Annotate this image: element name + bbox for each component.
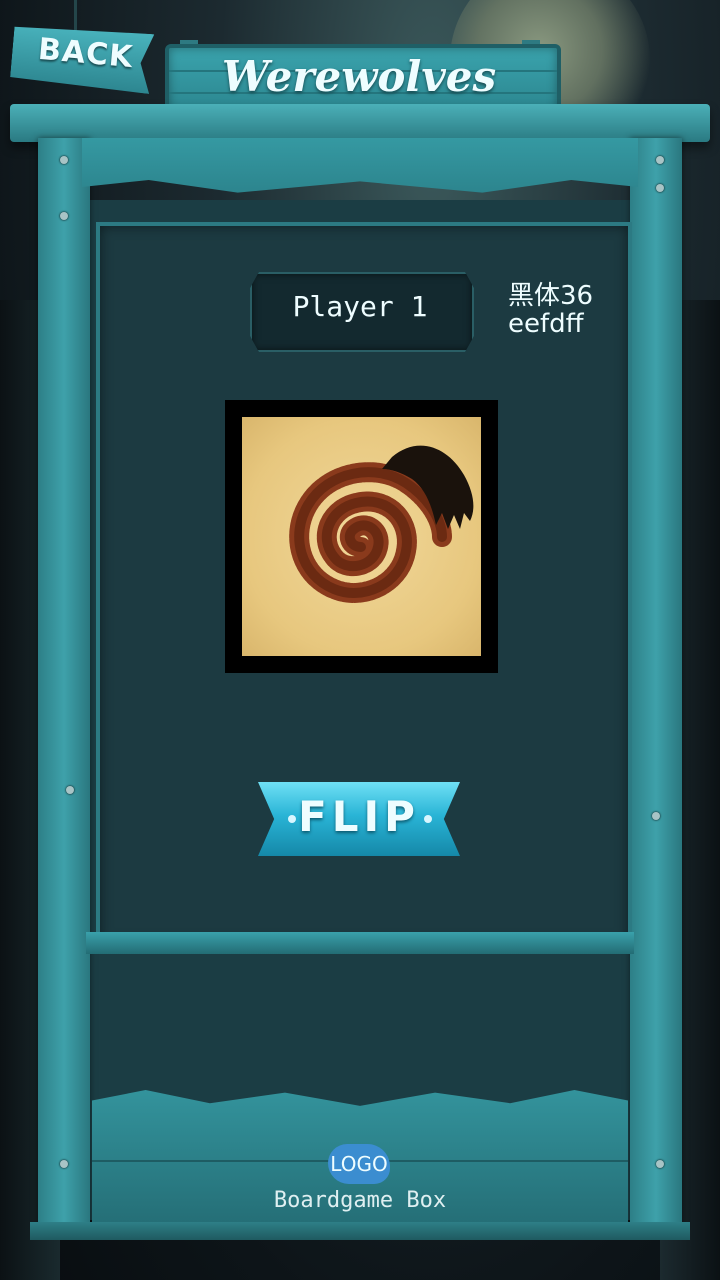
brand-name: Boardgame Box <box>273 1188 447 1213</box>
bolt <box>60 1160 68 1168</box>
screen-ledge <box>86 932 634 954</box>
spiral-art <box>289 445 474 603</box>
bolt <box>60 156 68 164</box>
cabinet-base <box>30 1222 690 1240</box>
font-spec-line2: eefdff <box>508 309 584 339</box>
font-spec-line1: 黑体36 <box>508 281 594 311</box>
bolt <box>656 184 664 192</box>
bolt <box>656 1160 664 1168</box>
cabinet-roof <box>10 104 710 142</box>
bolt <box>66 786 74 794</box>
bolt <box>656 156 664 164</box>
player-label: Player 1 <box>292 290 428 323</box>
page-title: Werewolves <box>221 52 497 101</box>
logo-label: LOGO <box>330 1152 388 1176</box>
font-spec-note: 黑体36 eefdff <box>508 282 618 338</box>
flip-button-rivet <box>288 815 296 823</box>
bolt <box>652 812 660 820</box>
bolt <box>60 212 68 220</box>
werewolf-claw-spiral-icon <box>242 417 481 656</box>
cabinet-valance <box>82 138 638 193</box>
flip-button-rivet <box>424 815 432 823</box>
cabinet-pillar-left <box>38 138 90 1230</box>
cabinet-pillar-right <box>630 138 682 1230</box>
